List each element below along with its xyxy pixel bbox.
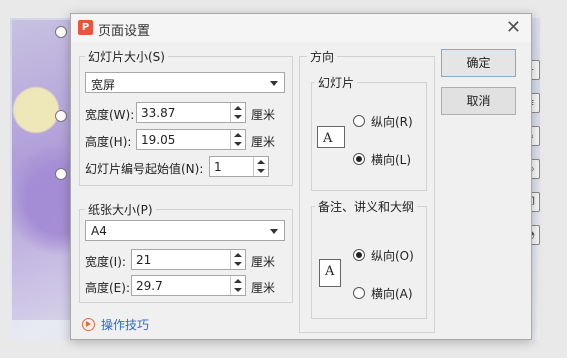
title-bar: P 页面设置 ✕ — [71, 14, 531, 42]
slide-height-input[interactable]: 19.05 — [136, 129, 246, 150]
unit-label: 厘米 — [251, 108, 276, 122]
slides-portrait-label[interactable]: 纵向(R) — [371, 113, 413, 130]
notes-landscape-label[interactable]: 横向(A) — [371, 285, 413, 302]
portrait-page-icon: A — [319, 259, 341, 287]
down-arrow-icon[interactable] — [234, 288, 242, 292]
resize-handle[interactable] — [55, 26, 67, 38]
slides-portrait-radio[interactable] — [353, 115, 365, 127]
chevron-down-icon — [270, 229, 278, 234]
notes-landscape-radio[interactable] — [353, 287, 365, 299]
slides-orientation-label: 幻灯片 — [315, 74, 358, 91]
page-glyph: A — [323, 131, 333, 146]
tips-link[interactable]: 操作技巧 — [82, 316, 149, 333]
resize-handle[interactable] — [55, 168, 67, 180]
slides-landscape-radio[interactable] — [353, 153, 365, 165]
down-arrow-icon[interactable] — [234, 262, 242, 266]
start-number-value: 1 — [214, 160, 222, 174]
spin-buttons[interactable] — [230, 250, 245, 269]
slides-landscape-label[interactable]: 横向(L) — [371, 151, 411, 168]
up-arrow-icon[interactable] — [234, 279, 242, 283]
down-arrow-icon[interactable] — [234, 142, 242, 146]
tips-label: 操作技巧 — [101, 318, 150, 332]
slide-height-label: 高度(H): — [85, 135, 132, 149]
paper-width-label: 宽度(I): — [85, 255, 126, 269]
landscape-page-icon: A — [317, 126, 345, 148]
ok-button[interactable]: 确定 — [441, 49, 516, 77]
paper-size-select[interactable]: A4 — [85, 220, 285, 241]
start-number-label: 幻灯片编号起始值(N): — [85, 162, 204, 176]
unit-label: 厘米 — [251, 255, 276, 269]
page-glyph: A — [325, 264, 335, 279]
notes-portrait-label[interactable]: 纵向(O) — [371, 247, 414, 264]
start-number-input[interactable]: 1 — [209, 156, 269, 177]
paper-width-input[interactable]: 21 — [131, 249, 246, 270]
close-icon[interactable]: ✕ — [506, 17, 521, 38]
dialog-title: 页面设置 — [98, 24, 151, 39]
chevron-down-icon — [270, 81, 278, 86]
up-arrow-icon[interactable] — [234, 106, 242, 110]
paper-width-value: 21 — [136, 253, 152, 267]
up-arrow-icon[interactable] — [234, 133, 242, 137]
up-arrow-icon[interactable] — [257, 160, 265, 164]
spin-buttons[interactable] — [253, 157, 268, 176]
notes-portrait-radio[interactable] — [353, 249, 365, 261]
spin-buttons[interactable] — [230, 276, 245, 295]
unit-label: 厘米 — [251, 135, 276, 149]
orientation-label: 方向 — [307, 48, 338, 65]
app-logo-icon: P — [78, 20, 93, 35]
play-circle-icon — [82, 318, 95, 331]
paper-height-label: 高度(E): — [85, 281, 130, 295]
paper-height-value: 29.7 — [136, 279, 163, 293]
paper-size-value: A4 — [91, 224, 107, 238]
unit-label: 厘米 — [251, 281, 276, 295]
slide-width-value: 33.87 — [141, 106, 176, 120]
spin-buttons[interactable] — [230, 130, 245, 149]
paper-height-input[interactable]: 29.7 — [131, 275, 246, 296]
cancel-button[interactable]: 取消 — [441, 87, 516, 115]
down-arrow-icon[interactable] — [257, 169, 265, 173]
slide-size-value: 宽屏 — [91, 78, 116, 92]
slide-size-label: 幻灯片大小(S) — [85, 48, 168, 65]
spin-buttons[interactable] — [230, 103, 245, 122]
slide-width-label: 宽度(W): — [85, 108, 135, 122]
slide-width-input[interactable]: 33.87 — [136, 102, 246, 123]
paper-size-label: 纸张大小(P) — [85, 201, 156, 218]
slide-size-select[interactable]: 宽屏 — [85, 72, 285, 93]
down-arrow-icon[interactable] — [234, 115, 242, 119]
slide-height-value: 19.05 — [141, 133, 176, 147]
resize-handle[interactable] — [55, 110, 67, 122]
notes-orientation-label: 备注、讲义和大纲 — [315, 198, 418, 215]
up-arrow-icon[interactable] — [234, 253, 242, 257]
page-setup-dialog: P 页面设置 ✕ 幻灯片大小(S) 宽屏 宽度(W): 33.87 厘米 高度(… — [70, 13, 532, 340]
